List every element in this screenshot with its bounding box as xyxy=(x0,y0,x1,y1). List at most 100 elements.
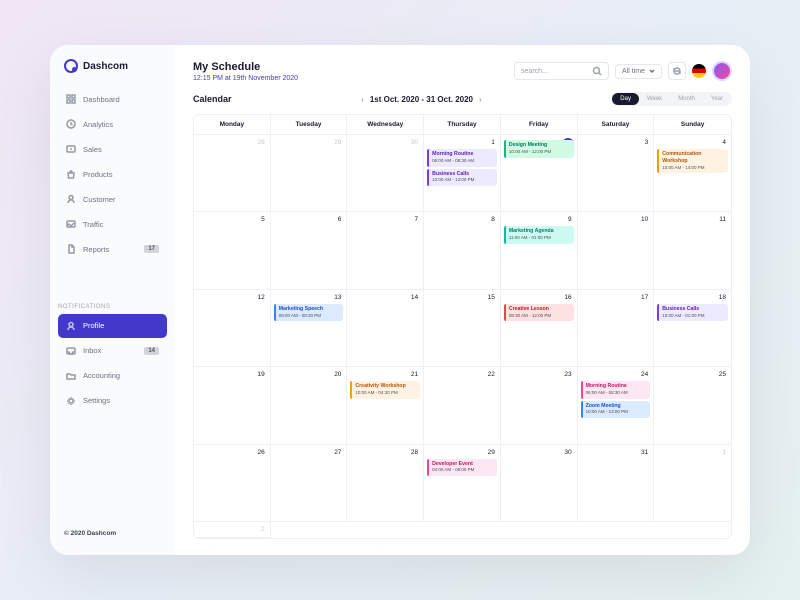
nav-label: Reports xyxy=(83,245,109,254)
view-month[interactable]: Month xyxy=(670,93,703,105)
calendar-event[interactable]: Creative Lesson08:30 AM - 12:00 PM xyxy=(504,304,574,322)
calendar-event[interactable]: Business Calls10:00 AM - 01:00 PM xyxy=(657,304,728,322)
calendar-event[interactable]: Marketing Agenda11:00 AM - 01:00 PM xyxy=(504,226,574,244)
event-time: 04:00 AM - 08:00 PM xyxy=(432,467,474,472)
calendar-event[interactable]: Communication Workshop10:00 AM - 14:00 P… xyxy=(657,149,728,173)
calendar-cell[interactable]: 7 xyxy=(347,212,424,289)
calendar-cell[interactable]: 24Morning Routine06:00 AM - 08:30 AMZoom… xyxy=(578,367,655,444)
day-number: 18 xyxy=(657,293,728,302)
calendar-cell[interactable]: 11 xyxy=(654,212,731,289)
event-title: Design Meeting xyxy=(509,142,571,149)
event-time: 10:00 AM - 13:00 PM xyxy=(586,409,628,414)
calendar-event[interactable]: Business Calls10:00 AM - 13:00 PM xyxy=(427,169,497,187)
day-number: 26 xyxy=(197,448,267,457)
day-number: 25 xyxy=(657,370,728,379)
calendar-cell[interactable]: 25 xyxy=(654,367,731,444)
calendar-cell[interactable]: 13 Marketing Speech08:00 AM - 08:30 PM xyxy=(271,290,348,367)
user-avatar[interactable] xyxy=(712,61,732,81)
search-input[interactable]: search... xyxy=(514,62,609,80)
user-icon xyxy=(66,194,76,204)
calendar-cell[interactable]: 21Creativity Workshop10:00 AM - 04:30 PM xyxy=(347,367,424,444)
calendar-event[interactable]: Zoom Meeting10:00 AM - 13:00 PM xyxy=(581,401,651,419)
calendar-cell[interactable]: 28 xyxy=(347,445,424,522)
calendar-cell[interactable]: 26 xyxy=(194,445,271,522)
calendar-cell[interactable]: 4Communication Workshop10:00 AM - 14:00 … xyxy=(654,135,731,212)
calendar-cell[interactable]: 30 xyxy=(501,445,578,522)
refresh-button[interactable] xyxy=(668,62,686,80)
month-grid: 2829301Morning Routine06:00 AM - 08:30 A… xyxy=(194,135,731,538)
prev-range-button[interactable]: ‹ xyxy=(361,95,364,104)
day-number: 12 xyxy=(197,293,267,302)
calendar-cell[interactable]: 17 xyxy=(578,290,655,367)
day-number: 23 xyxy=(504,370,574,379)
time-filter[interactable]: All time xyxy=(615,64,662,79)
calendar-cell[interactable]: 20 xyxy=(271,367,348,444)
sidebar-item-traffic[interactable]: Traffic xyxy=(58,212,167,236)
event-time: 06:00 AM - 08:30 AM xyxy=(432,158,474,163)
calendar-cell[interactable]: 10 xyxy=(578,212,655,289)
calendar-cell[interactable]: 19 xyxy=(194,367,271,444)
calendar-event[interactable]: Morning Routine06:00 AM - 08:30 AM xyxy=(427,149,497,167)
sidebar-item-dashboard[interactable]: Dashboard xyxy=(58,87,167,111)
app-window: Dashcom DashboardAnalyticsSales Products C… xyxy=(50,45,750,555)
calendar-cell[interactable]: 30 xyxy=(347,135,424,212)
calendar-event[interactable]: Morning Routine06:00 AM - 08:30 AM xyxy=(581,381,651,399)
day-number: 20 xyxy=(274,370,344,379)
calendar-cell[interactable]: 29 xyxy=(271,135,348,212)
calendar-cell[interactable]: 9Marketing Agenda11:00 AM - 01:00 PM xyxy=(501,212,578,289)
sidebar-item-reports[interactable]: Reports17 xyxy=(58,237,167,261)
calendar-cell[interactable]: 5 xyxy=(194,212,271,289)
sidebar-item-profile[interactable]: Profile xyxy=(58,314,167,338)
sidebar-item-inbox[interactable]: Inbox14 xyxy=(58,339,167,363)
calendar-cell[interactable]: 14 xyxy=(347,290,424,367)
event-title: Marketing Speech xyxy=(279,306,341,313)
calendar-cell[interactable]: 2 xyxy=(194,522,271,538)
calendar-event[interactable]: Creativity Workshop10:00 AM - 04:30 PM xyxy=(350,381,420,399)
calendar-cell[interactable]: 16Creative Lesson08:30 AM - 12:00 PM xyxy=(501,290,578,367)
sidebar-item-customer[interactable]: Customer xyxy=(58,187,167,211)
sidebar-item-products[interactable]: Products xyxy=(58,162,167,186)
calendar-cell[interactable]: 15 xyxy=(424,290,501,367)
calendar-cell[interactable]: 18 Business Calls10:00 AM - 01:00 PM xyxy=(654,290,731,367)
calendar-event[interactable]: Developer Event04:00 AM - 08:00 PM xyxy=(427,459,497,477)
calendar-cell[interactable]: 28 xyxy=(194,135,271,212)
calendar-cell[interactable]: 12 xyxy=(194,290,271,367)
grid-icon xyxy=(66,94,76,104)
locale-flag-germany[interactable] xyxy=(692,64,706,78)
sidebar-item-accounting[interactable]: Accounting xyxy=(58,364,167,388)
calendar-cell[interactable]: 1 xyxy=(654,445,731,522)
day-number: 29 xyxy=(427,448,497,457)
day-number: 2 xyxy=(197,525,267,534)
nav-label: Inbox xyxy=(83,346,101,355)
day-number: 27 xyxy=(274,448,344,457)
calendar-cell[interactable]: 6 xyxy=(271,212,348,289)
view-week[interactable]: Week xyxy=(639,93,670,105)
date-range-label: 1st Oct. 2020 - 31 Oct. 2020 xyxy=(370,95,473,104)
sidebar-item-settings[interactable]: Settings xyxy=(58,389,167,413)
brand-logo[interactable]: Dashcom xyxy=(50,59,175,87)
event-time: 10:00 AM - 14:00 PM xyxy=(662,165,704,170)
next-range-button[interactable]: › xyxy=(479,95,482,104)
calendar-cell[interactable]: 23 xyxy=(501,367,578,444)
calendar-cell[interactable]: 27 xyxy=(271,445,348,522)
calendar-event[interactable]: Marketing Speech08:00 AM - 08:30 PM xyxy=(274,304,344,322)
calendar-cell[interactable]: 2Design Meeting10:00 AM - 12:00 PM xyxy=(501,135,578,212)
calendar-event[interactable]: Design Meeting10:00 AM - 12:00 PM xyxy=(504,140,574,158)
day-number: 5 xyxy=(197,215,267,224)
view-day[interactable]: Day xyxy=(612,93,639,105)
main-content: My Schedule 12:15 PM at 19th November 20… xyxy=(175,45,750,555)
calendar-cell[interactable]: 1Morning Routine06:00 AM - 08:30 AMBusin… xyxy=(424,135,501,212)
day-number: 13 xyxy=(274,293,344,302)
calendar-cell[interactable]: 29 Developer Event04:00 AM - 08:00 PM xyxy=(424,445,501,522)
calendar-cell[interactable]: 31 xyxy=(578,445,655,522)
calendar-header: Calendar ‹ 1st Oct. 2020 - 31 Oct. 2020 … xyxy=(193,92,732,106)
nav-label: Products xyxy=(83,170,113,179)
sidebar-item-analytics[interactable]: Analytics xyxy=(58,112,167,136)
day-number: 17 xyxy=(581,293,651,302)
view-year[interactable]: Year xyxy=(703,93,731,105)
day-number: 15 xyxy=(427,293,497,302)
calendar-cell[interactable]: 3 xyxy=(578,135,655,212)
calendar-cell[interactable]: 22 xyxy=(424,367,501,444)
sidebar-item-sales[interactable]: Sales xyxy=(58,137,167,161)
calendar-cell[interactable]: 8 xyxy=(424,212,501,289)
